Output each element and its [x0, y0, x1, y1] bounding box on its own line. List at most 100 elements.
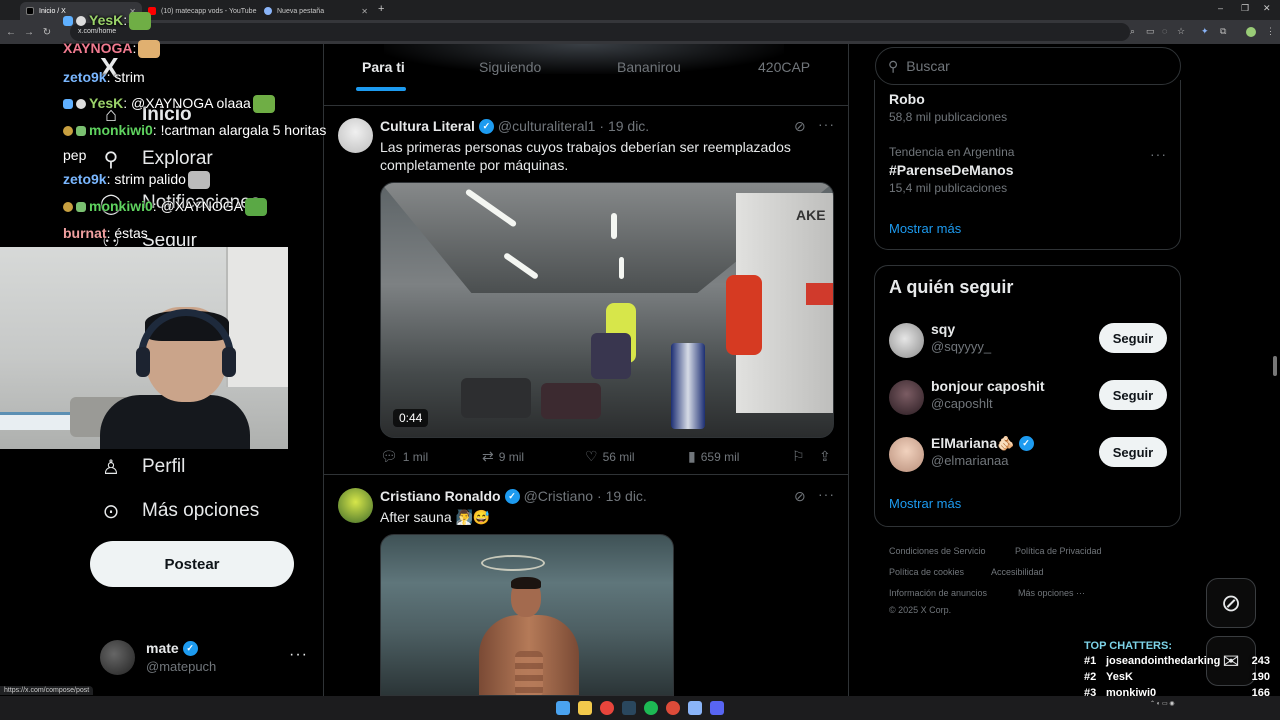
follow-suggestion[interactable]: bonjour caposhit @caposhlt Seguir: [889, 378, 1169, 422]
avatar[interactable]: [889, 380, 924, 415]
post-header: Cultura Literal ✓ @culturaliteral1 · 19 …: [380, 118, 649, 134]
grok-icon[interactable]: ⊘: [794, 118, 806, 135]
footer-link[interactable]: Más opciones ···: [1018, 588, 1085, 598]
post-video[interactable]: AKE 0:44: [380, 182, 834, 438]
reload-icon[interactable]: ↻: [38, 27, 56, 38]
follow-suggestion[interactable]: sqy @sqyyyy_ Seguir: [889, 321, 1169, 365]
tab-bananirou[interactable]: Bananirou: [617, 59, 681, 75]
extension-icon[interactable]: ✦: [1201, 26, 1209, 37]
post-button[interactable]: Postear: [90, 541, 294, 587]
chatter-user: YesK: [1106, 671, 1133, 683]
nav-item-explorar[interactable]: ⚲ Explorar: [100, 148, 213, 171]
share-button[interactable]: ⇪: [819, 448, 831, 465]
post-card[interactable]: Cultura Literal ✓ @culturaliteral1 · 19 …: [324, 106, 848, 475]
avatar[interactable]: [889, 323, 924, 358]
like-button[interactable]: ♡ 56 mil: [585, 448, 635, 465]
more-icon[interactable]: ···: [289, 646, 308, 664]
post-image[interactable]: [380, 534, 674, 696]
cast-icon[interactable]: ▭: [1146, 26, 1155, 37]
post-date[interactable]: · 19 dic.: [599, 118, 649, 134]
chat-badge-icon: [76, 99, 86, 110]
start-menu-icon[interactable]: [556, 701, 570, 715]
reply-count: 1 mil: [402, 449, 429, 464]
grok-button[interactable]: ⊘: [1206, 578, 1256, 628]
share-icon: ⇪: [819, 448, 831, 464]
zoom-icon[interactable]: ⌕: [1130, 26, 1135, 37]
post-card[interactable]: Cristiano Ronaldo ✓ @Cristiano · 19 dic.…: [324, 476, 848, 696]
browser-tab-youtube[interactable]: (10) matecapp vods - YouTube ✕: [142, 2, 258, 20]
follow-button[interactable]: Seguir: [1099, 380, 1167, 410]
footer-link[interactable]: Condiciones de Servicio: [889, 546, 986, 556]
reply-button[interactable]: 💬︎ 1 mil: [380, 448, 428, 465]
footer-link[interactable]: Accesibilidad: [991, 567, 1044, 577]
close-tab-icon[interactable]: ✕: [361, 7, 368, 16]
close-window-icon[interactable]: ✕: [1263, 3, 1271, 14]
suggestion-name[interactable]: bonjour caposhit: [931, 378, 1045, 394]
tab-420cap[interactable]: 420CAP: [758, 59, 810, 75]
footer-link[interactable]: Política de cookies: [889, 567, 964, 577]
footer-link[interactable]: Política de Privacidad: [1015, 546, 1102, 556]
back-icon[interactable]: ←: [2, 27, 20, 38]
follow-show-more-link[interactable]: Mostrar más: [889, 496, 961, 511]
streamer-webcam: [0, 247, 288, 449]
file-explorer-icon[interactable]: [578, 701, 592, 715]
steam-icon[interactable]: [622, 701, 636, 715]
post-author-handle[interactable]: @culturaliteral1: [498, 118, 595, 134]
more-icon[interactable]: ···: [818, 116, 835, 132]
grok-icon[interactable]: ⊘: [794, 488, 806, 505]
trends-show-more-link[interactable]: Mostrar más: [889, 221, 961, 236]
follow-button[interactable]: Seguir: [1099, 323, 1167, 353]
views-button[interactable]: ▮ 659 mil: [688, 448, 739, 465]
emote-icon: [138, 40, 161, 59]
menu-kebab-icon[interactable]: ⋮: [1266, 26, 1275, 37]
app-icon[interactable]: [688, 701, 702, 715]
trend-title[interactable]: #ParenseDeManos: [889, 162, 1014, 178]
tab-siguiendo[interactable]: Siguiendo: [479, 59, 541, 75]
video-worker: [726, 275, 762, 355]
post-author-name[interactable]: Cultura Literal: [380, 118, 475, 134]
chat-username: zeto9k: [63, 69, 107, 85]
chat-badge-icon: [63, 99, 73, 110]
follow-button[interactable]: Seguir: [1099, 437, 1167, 467]
avatar[interactable]: [889, 437, 924, 472]
profile-avatar-icon[interactable]: [1246, 27, 1256, 37]
repost-button[interactable]: ⇄ 9 mil: [482, 448, 524, 465]
trend-more-icon[interactable]: ···: [1150, 146, 1167, 162]
chat-text: : strim: [106, 69, 145, 85]
minimize-icon[interactable]: –: [1218, 3, 1223, 13]
browser-tab-new[interactable]: Nueva pestaña ✕: [258, 2, 374, 20]
chat-badge-icon: [63, 126, 73, 137]
discord-icon[interactable]: [710, 701, 724, 715]
bookmark-star-icon[interactable]: ☆: [1177, 26, 1185, 37]
tab-para-ti[interactable]: Para ti: [362, 59, 405, 75]
suggestion-name[interactable]: sqy: [931, 321, 955, 337]
suggestion-name[interactable]: ElMariana🫵🏻: [931, 435, 1015, 452]
avatar[interactable]: [338, 118, 373, 153]
video-cart-label: AKE: [796, 207, 826, 223]
chrome-icon[interactable]: [600, 701, 614, 715]
new-tab-icon[interactable]: +: [378, 3, 384, 15]
avatar[interactable]: [338, 488, 373, 523]
video-can: [671, 343, 705, 429]
system-tray-icons[interactable]: ⌃ ◐ ▭ ◉: [1150, 700, 1175, 707]
browser-icon[interactable]: [666, 701, 680, 715]
follow-suggestion[interactable]: ElMariana🫵🏻 ✓ @elmarianaa Seguir: [889, 435, 1169, 479]
spotify-icon[interactable]: [644, 701, 658, 715]
forward-icon[interactable]: →: [20, 27, 38, 38]
bookmark-button[interactable]: ⚐: [792, 448, 805, 465]
maximize-icon[interactable]: ❐: [1241, 3, 1249, 14]
scrollbar-thumb[interactable]: [1273, 356, 1277, 376]
extensions-puzzle-icon[interactable]: ⧉: [1220, 26, 1226, 37]
address-bar[interactable]: x.com/home: [70, 23, 1130, 41]
account-switcher[interactable]: mate ✓ @matepuch ···: [100, 638, 310, 678]
footer-link[interactable]: Información de anuncios: [889, 588, 987, 598]
more-icon[interactable]: ···: [818, 486, 835, 502]
nav-item-mas-opciones[interactable]: ⊙ Más opciones: [100, 500, 260, 523]
eye-off-icon[interactable]: ◌: [1162, 26, 1167, 36]
post-author-name[interactable]: Cristiano Ronaldo: [380, 488, 501, 504]
post-date[interactable]: · 19 dic.: [597, 488, 647, 504]
post-author-handle[interactable]: @Cristiano: [524, 488, 593, 504]
trend-title[interactable]: Robo: [889, 91, 925, 107]
chat-message: pep: [63, 147, 86, 163]
nav-item-perfil[interactable]: ♙ Perfil: [100, 456, 185, 479]
